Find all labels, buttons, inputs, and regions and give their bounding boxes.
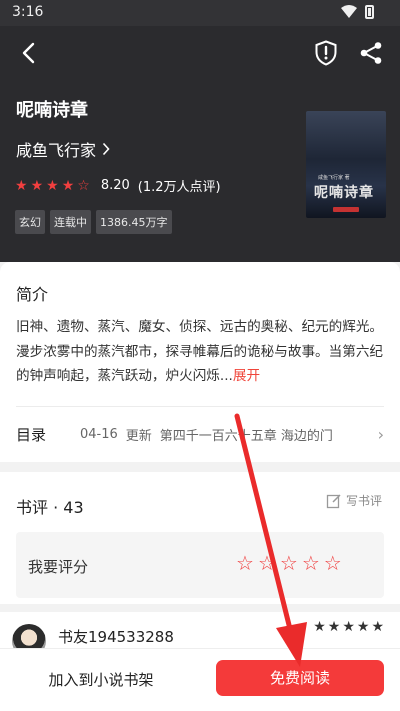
divider bbox=[0, 604, 400, 612]
add-to-shelf-button[interactable]: 加入到小说书架 bbox=[16, 665, 186, 695]
rate-box: 我要评分 ☆ ☆ ☆ ☆ ☆ bbox=[16, 532, 384, 598]
chevron-left-icon bbox=[22, 42, 35, 64]
rate-prompt: 我要评分 bbox=[28, 558, 89, 576]
star-filled-icon: ★ bbox=[46, 177, 59, 194]
star-filled-icon: ★ bbox=[327, 619, 341, 635]
rate-star-5[interactable]: ☆ bbox=[324, 553, 342, 573]
book-tags: 玄幻 连载中 1386.45万字 bbox=[15, 210, 172, 234]
free-read-button[interactable]: 免费阅读 bbox=[216, 660, 384, 696]
rate-star-4[interactable]: ☆ bbox=[302, 553, 320, 573]
intro-panel: 简介 旧神、遗物、蒸汽、魔女、侦探、远古的奥秘、纪元的辉光。漫步浓雾中的蒸汽都市… bbox=[0, 262, 400, 462]
divider bbox=[16, 406, 384, 407]
back-button[interactable] bbox=[14, 38, 44, 68]
bottom-action-bar: 加入到小说书架 免费阅读 bbox=[0, 648, 400, 711]
star-empty-icon: ☆ bbox=[77, 177, 90, 194]
rating-count: (1.2万人点评) bbox=[137, 180, 221, 195]
status-bar: 3:16 bbox=[0, 0, 400, 26]
intro-title: 简介 bbox=[16, 285, 49, 304]
cover-author: 咸鱼飞行家 著 bbox=[318, 175, 350, 181]
rating-score: 8.20 bbox=[100, 178, 130, 193]
expand-link[interactable]: 展开 bbox=[233, 368, 260, 384]
star-filled-icon: ★ bbox=[61, 177, 75, 194]
toc-update-label: 更新 bbox=[125, 428, 152, 444]
shield-alert-icon bbox=[315, 40, 337, 66]
star-filled-icon: ★ bbox=[15, 177, 28, 194]
star-filled-icon: ★ bbox=[342, 619, 355, 635]
toc-update-date: 04-16 bbox=[80, 426, 118, 442]
battery-icon bbox=[365, 5, 374, 19]
intro-text: 旧神、遗物、蒸汽、魔女、侦探、远古的奥秘、纪元的辉光。漫步浓雾中的蒸汽都市，探寻… bbox=[16, 315, 386, 389]
tag-word-count: 1386.45万字 bbox=[96, 210, 172, 234]
tag-status: 连载中 bbox=[50, 210, 91, 234]
chevron-right-icon bbox=[102, 142, 110, 156]
author-link[interactable]: 咸鱼飞行家 bbox=[16, 137, 110, 161]
toc-row[interactable]: 目录 04-16 更新 第四千一百六十五章 海边的门 › bbox=[16, 419, 384, 449]
book-header: 3:16 呢喃诗章 咸鱼飞行家 ★ ★ ★ ★ ☆ 8.20 (1.2万人点评)… bbox=[0, 0, 400, 262]
cover-title: 呢喃诗章 bbox=[314, 185, 374, 201]
report-button[interactable] bbox=[312, 38, 340, 68]
chevron-right-icon: › bbox=[377, 424, 384, 444]
star-filled-icon: ★ bbox=[356, 619, 370, 635]
status-icons bbox=[341, 5, 374, 19]
intro-body: 旧神、遗物、蒸汽、魔女、侦探、远古的奥秘、纪元的辉光。漫步浓雾中的蒸汽都市，探寻… bbox=[16, 319, 384, 384]
rate-star-3[interactable]: ☆ bbox=[280, 553, 298, 573]
author-name: 咸鱼飞行家 bbox=[16, 141, 97, 160]
reviewer-name: 书友194533288 bbox=[58, 628, 174, 646]
book-cover[interactable]: 咸鱼飞行家 著 呢喃诗章 bbox=[306, 111, 386, 218]
star-filled-icon: ★ bbox=[30, 177, 44, 194]
reviewer-rating: ★ ★ ★ ★ ★ bbox=[313, 620, 384, 634]
status-time: 3:16 bbox=[12, 4, 44, 20]
review-title: 书评 · 43 bbox=[16, 498, 84, 517]
cover-publisher-logo bbox=[333, 207, 359, 212]
toc-label: 目录 bbox=[16, 425, 47, 444]
edit-icon bbox=[326, 493, 341, 508]
star-filled-icon: ★ bbox=[371, 619, 384, 635]
book-title: 呢喃诗章 bbox=[16, 100, 88, 121]
toc-latest-chapter: 第四千一百六十五章 海边的门 bbox=[159, 428, 333, 444]
rating-row: ★ ★ ★ ★ ☆ 8.20 (1.2万人点评) bbox=[15, 176, 221, 195]
rate-star-2[interactable]: ☆ bbox=[258, 553, 276, 573]
rate-stars: ☆ ☆ ☆ ☆ ☆ bbox=[236, 553, 342, 573]
rate-star-1[interactable]: ☆ bbox=[236, 553, 254, 573]
share-button[interactable] bbox=[356, 38, 386, 68]
share-icon bbox=[360, 42, 382, 64]
wifi-icon bbox=[341, 5, 357, 18]
write-review-label: 写书评 bbox=[345, 494, 382, 508]
tag-genre: 玄幻 bbox=[15, 210, 45, 234]
star-filled-icon: ★ bbox=[313, 619, 326, 635]
write-review-button[interactable]: 写书评 bbox=[326, 492, 382, 509]
